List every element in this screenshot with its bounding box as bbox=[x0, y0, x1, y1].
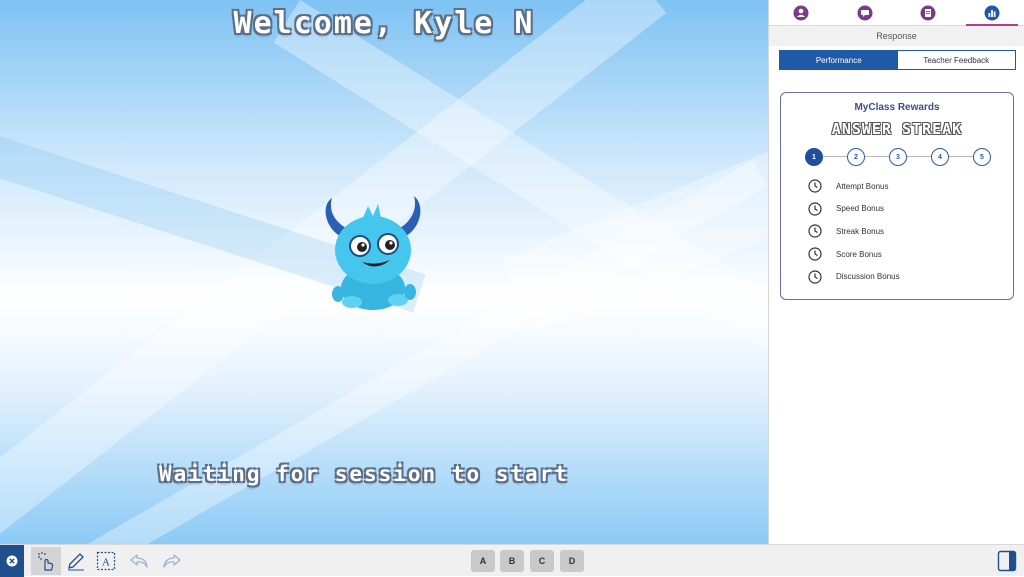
bonus-item-streak: Streak Bonus bbox=[808, 220, 900, 243]
pen-icon bbox=[68, 553, 84, 571]
bonus-item-speed: Speed Bonus bbox=[808, 198, 900, 221]
close-icon bbox=[6, 555, 18, 567]
undo-icon bbox=[130, 554, 148, 568]
answer-choice-d[interactable]: D bbox=[560, 550, 584, 572]
select-hand-icon bbox=[38, 552, 54, 571]
performance-feedback-toggle: Performance Teacher Feedback bbox=[779, 50, 1016, 70]
clock-icon bbox=[808, 247, 822, 261]
answer-choice-c[interactable]: C bbox=[530, 550, 554, 572]
tab-profile[interactable] bbox=[769, 0, 833, 25]
bonus-list: Attempt Bonus Speed Bonus Streak Bonus S… bbox=[808, 175, 900, 288]
answer-streak-title: ANSWER STREAK bbox=[831, 120, 963, 138]
streak-step-4: 4 bbox=[931, 148, 949, 166]
bottom-toolbar: A A B C D bbox=[0, 544, 1024, 577]
bonus-label: Score Bonus bbox=[836, 249, 882, 259]
performance-tab-button[interactable]: Performance bbox=[780, 51, 898, 69]
pen-tool-button[interactable] bbox=[62, 547, 90, 575]
streak-step-2: 2 bbox=[847, 148, 865, 166]
session-stage: Welcome, Kyle N Waiting for session to s… bbox=[0, 0, 768, 544]
tab-performance-chart[interactable] bbox=[960, 0, 1024, 26]
welcome-heading: Welcome, Kyle N bbox=[233, 6, 535, 41]
streak-step-3: 3 bbox=[889, 148, 907, 166]
redo-button[interactable] bbox=[158, 547, 186, 575]
bonus-label: Speed Bonus bbox=[836, 204, 885, 214]
rewards-card: MyClass Rewards ANSWER STREAK 1 2 3 4 5 … bbox=[780, 92, 1014, 300]
panel-tab-bar bbox=[769, 0, 1024, 26]
clock-icon bbox=[808, 270, 822, 284]
bonus-label: Discussion Bonus bbox=[836, 272, 900, 282]
bar-chart-icon bbox=[984, 5, 1000, 20]
tab-chat[interactable] bbox=[833, 0, 897, 25]
bonus-label: Attempt Bonus bbox=[836, 181, 889, 191]
clock-icon bbox=[808, 179, 822, 193]
streak-step-1: 1 bbox=[805, 148, 823, 166]
streak-progress: 1 2 3 4 5 bbox=[805, 148, 992, 166]
response-panel: Response Performance Teacher Feedback My… bbox=[768, 0, 1024, 544]
select-tool-button[interactable] bbox=[31, 547, 61, 575]
bonus-label: Streak Bonus bbox=[836, 226, 885, 236]
response-header: Response bbox=[769, 26, 1024, 46]
bonus-item-discussion: Discussion Bonus bbox=[808, 265, 900, 288]
answer-choice-a[interactable]: A bbox=[471, 550, 495, 572]
panel-toggle-button[interactable] bbox=[996, 549, 1018, 573]
tab-document[interactable] bbox=[897, 0, 961, 25]
rewards-title: MyClass Rewards bbox=[854, 102, 940, 113]
close-button[interactable] bbox=[0, 545, 24, 577]
undo-button[interactable] bbox=[125, 547, 153, 575]
clock-icon bbox=[808, 202, 822, 216]
text-tool-button[interactable]: A bbox=[92, 547, 120, 575]
answer-choice-b[interactable]: B bbox=[500, 550, 524, 572]
clock-icon bbox=[808, 224, 822, 239]
bonus-item-score: Score Bonus bbox=[808, 243, 900, 266]
document-icon bbox=[920, 5, 936, 20]
svg-text:A: A bbox=[102, 557, 110, 569]
sidebar-toggle-icon bbox=[997, 550, 1017, 572]
text-box-icon: A bbox=[96, 551, 116, 571]
redo-icon bbox=[163, 554, 181, 568]
monster-mascot-icon bbox=[325, 196, 421, 310]
teacher-feedback-tab-button[interactable]: Teacher Feedback bbox=[897, 51, 1015, 69]
bonus-item-attempt: Attempt Bonus bbox=[808, 175, 900, 198]
session-status-text: Waiting for session to start bbox=[158, 462, 569, 486]
person-icon bbox=[793, 5, 809, 20]
streak-step-5: 5 bbox=[973, 148, 991, 166]
chat-icon bbox=[857, 5, 873, 20]
